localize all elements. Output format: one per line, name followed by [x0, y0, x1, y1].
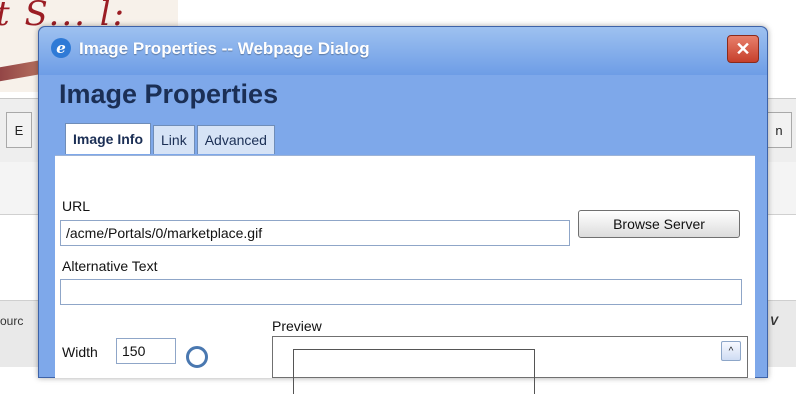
dialog-titlebar[interactable]: e Image Properties -- Webpage Dialog ✕: [39, 27, 767, 75]
width-label: Width: [62, 344, 98, 360]
preview-box: ^: [272, 336, 748, 394]
close-icon: ✕: [735, 38, 751, 59]
lock-icon[interactable]: [186, 346, 208, 368]
alt-text-input[interactable]: [60, 279, 742, 305]
dialog-window-title: Image Properties -- Webpage Dialog: [79, 39, 370, 58]
scroll-up-icon[interactable]: ^: [721, 341, 741, 361]
dialog-heading: Image Properties: [59, 79, 279, 109]
preview-image-frame: [293, 349, 535, 394]
background-toolbar-button-left[interactable]: E: [6, 112, 32, 148]
preview-label: Preview: [272, 318, 322, 334]
browse-server-button[interactable]: Browse Server: [578, 210, 740, 238]
alt-text-label: Alternative Text: [62, 258, 158, 274]
image-properties-dialog: e Image Properties -- Webpage Dialog ✕ I…: [38, 26, 768, 378]
url-label: URL: [62, 198, 91, 214]
close-button[interactable]: ✕: [727, 35, 759, 63]
url-input[interactable]: /acme/Portals/0/marketplace.gif: [60, 220, 570, 246]
background-toolbar-button-right[interactable]: n: [766, 112, 792, 148]
background-side-label: ourc: [0, 314, 24, 328]
width-input[interactable]: 150: [116, 338, 176, 364]
tab-advanced[interactable]: Advanced: [196, 125, 275, 154]
dialog-tabs: Image Info Link Advanced: [65, 123, 277, 155]
ie-icon: e: [51, 38, 71, 58]
tab-image-info[interactable]: Image Info: [65, 123, 152, 154]
background-right-label: V: [770, 314, 779, 328]
tab-link[interactable]: Link: [153, 125, 195, 154]
